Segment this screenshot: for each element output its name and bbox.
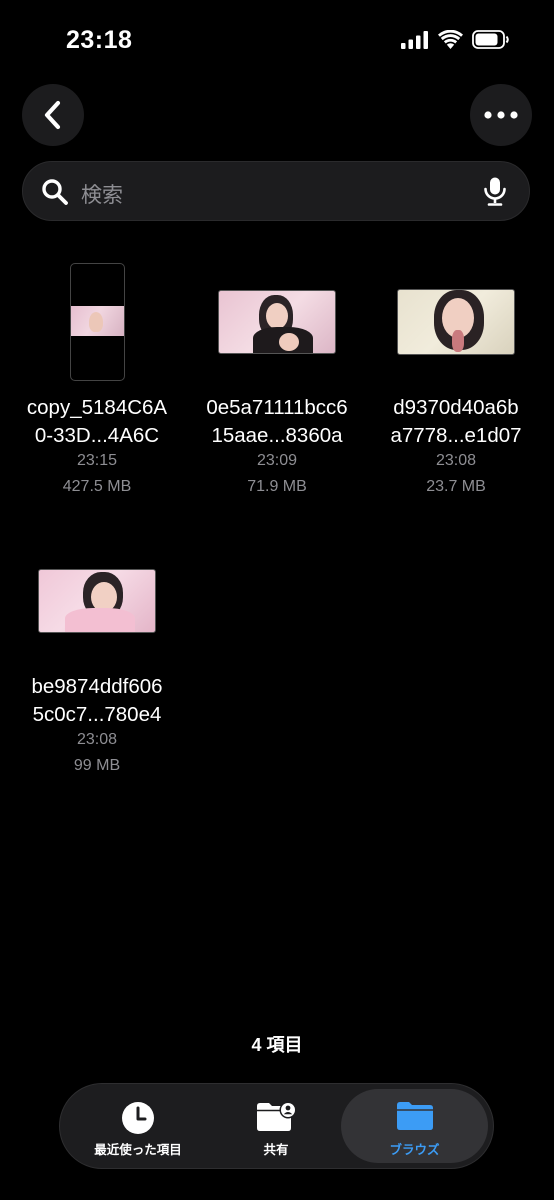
- file-size: 427.5 MB: [62, 478, 132, 495]
- file-date: 23:08: [76, 731, 118, 748]
- search-input[interactable]: 検索: [81, 179, 123, 209]
- file-name: 0e5a71111bcc6 15aae...8360a: [206, 396, 348, 447]
- file-name: be9874ddf606 5c0c7...780e4: [31, 675, 163, 726]
- ellipsis-icon: [484, 111, 518, 119]
- item-count: 4 項目: [251, 1035, 303, 1055]
- status-time: 23:18: [66, 26, 133, 54]
- file-name: copy_5184C6A 0-33D...4A6C: [26, 396, 168, 447]
- tab-label: 最近使った項目: [94, 1143, 182, 1157]
- back-button[interactable]: [22, 84, 84, 146]
- clock-icon: [122, 1102, 154, 1134]
- chevron-left-icon: [44, 100, 61, 130]
- file-date: 23:09: [256, 452, 298, 469]
- status-icons: [401, 30, 510, 49]
- folder-icon: [396, 1102, 433, 1130]
- tab-recents[interactable]: 最近使った項目: [68, 1084, 208, 1168]
- file-size: 99 MB: [73, 757, 121, 774]
- video-thumbnail: [38, 569, 156, 633]
- search-bar[interactable]: 検索: [22, 161, 530, 221]
- video-thumbnail: [69, 263, 125, 381]
- cellular-signal-icon: [401, 30, 428, 49]
- video-thumbnail: [397, 289, 515, 355]
- tab-label: 共有: [263, 1143, 289, 1157]
- tab-label: ブラウズ: [389, 1143, 440, 1157]
- microphone-icon[interactable]: [483, 176, 507, 208]
- tab-bar: 最近使った項目 共有 ブラウズ: [59, 1083, 494, 1169]
- status-bar: 23:18: [0, 0, 554, 80]
- file-size: 23.7 MB: [426, 478, 486, 495]
- file-size: 71.9 MB: [247, 478, 307, 495]
- wifi-icon: [438, 30, 463, 49]
- file-date: 23:08: [435, 452, 477, 469]
- video-thumbnail: [218, 290, 336, 354]
- tab-browse[interactable]: ブラウズ: [341, 1089, 488, 1163]
- tab-shared[interactable]: 共有: [206, 1084, 346, 1168]
- shared-folder-icon: [257, 1101, 297, 1131]
- file-name: d9370d40a6b a7778...e1d07: [390, 396, 522, 447]
- battery-icon: [472, 30, 509, 49]
- more-options-button[interactable]: [470, 84, 532, 146]
- file-date: 23:15: [76, 452, 118, 469]
- search-icon: [42, 179, 68, 205]
